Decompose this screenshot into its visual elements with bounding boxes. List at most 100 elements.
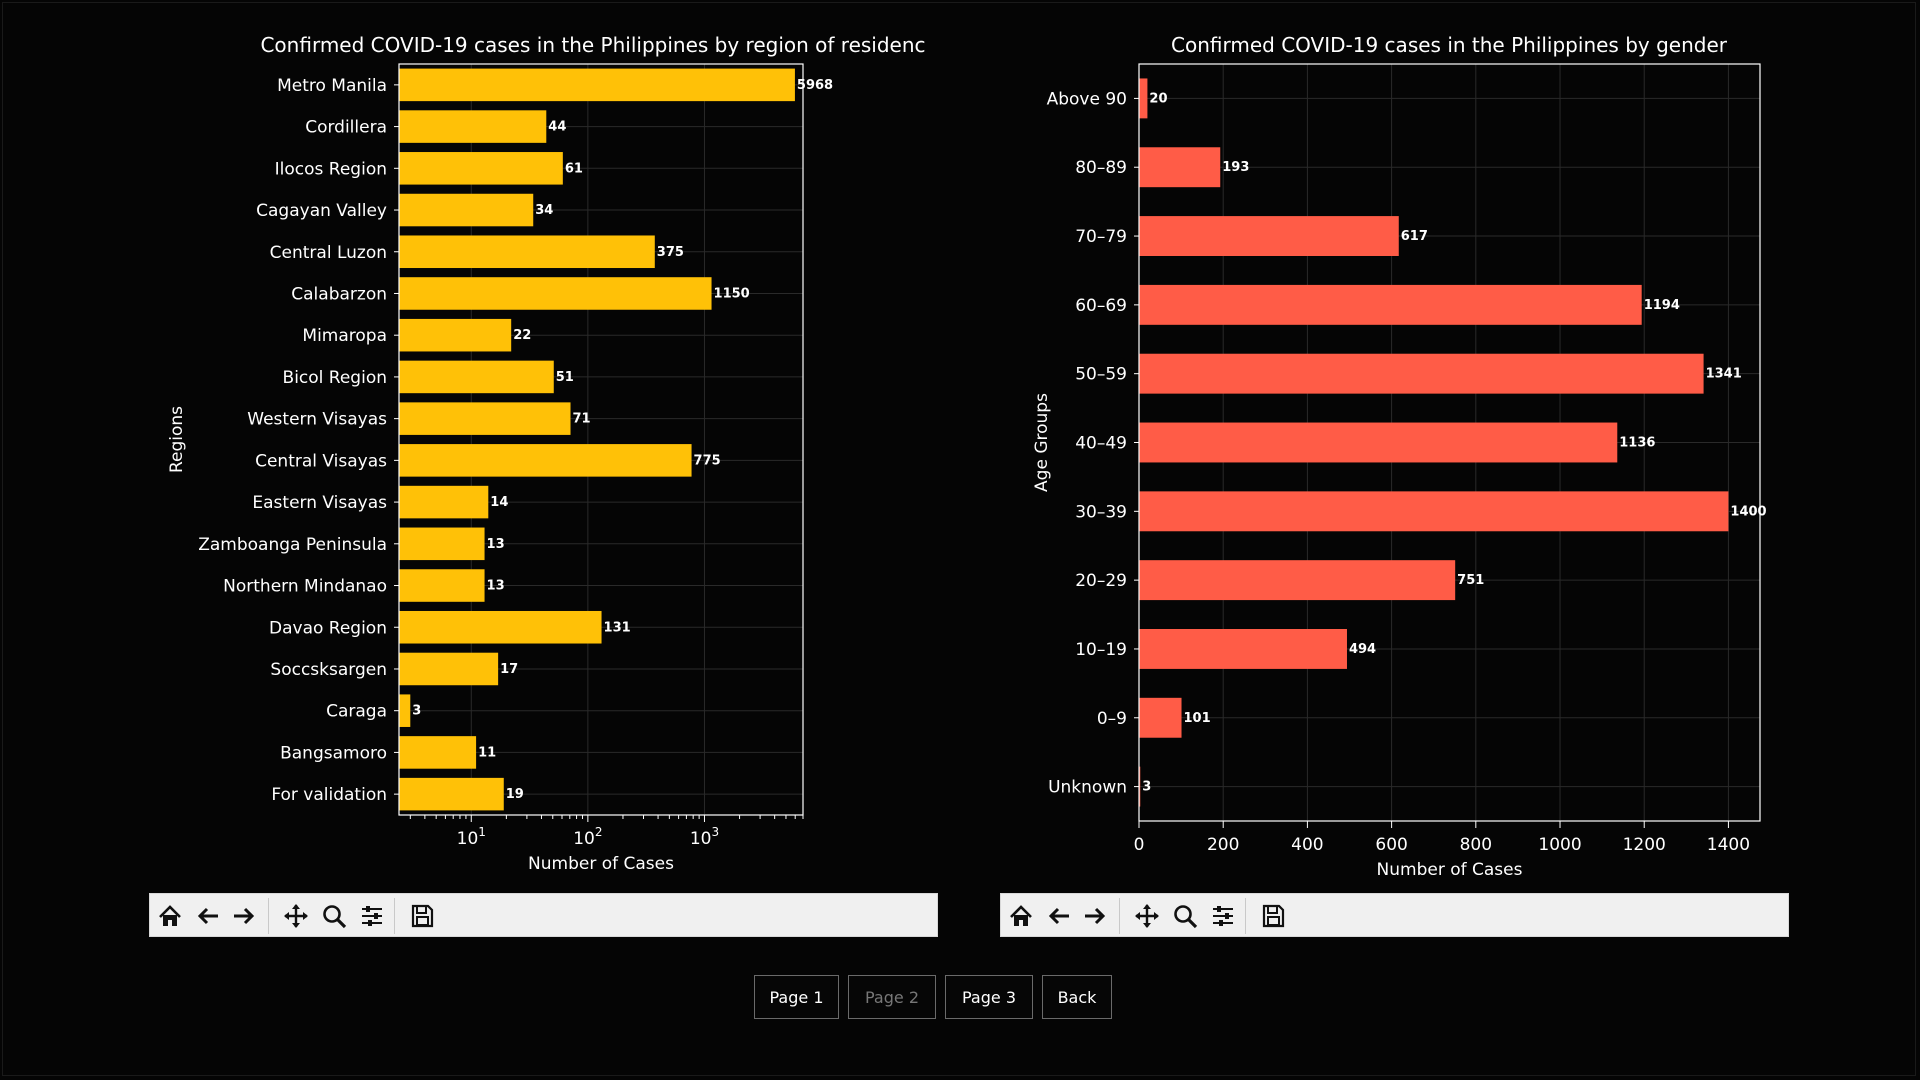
data-label: 13 — [487, 579, 505, 594]
y-tick-label: Soccsksargen — [270, 660, 387, 680]
x-tick-label: 400 — [1291, 835, 1323, 855]
data-label: 22 — [513, 328, 531, 343]
y-tick-label: Above 90 — [1047, 89, 1127, 109]
bar-davao-region — [399, 610, 602, 644]
data-label: 13 — [487, 537, 505, 552]
data-label: 5968 — [797, 78, 833, 93]
data-label: 34 — [535, 203, 553, 218]
y-tick-label: Bangsamoro — [280, 743, 387, 763]
data-label: 17 — [500, 662, 518, 677]
data-label: 71 — [573, 412, 591, 427]
bar-0-9 — [1139, 697, 1182, 738]
x-tick-label: 200 — [1207, 835, 1239, 855]
bar-20-29 — [1139, 560, 1456, 601]
y-tick-label: Cagayan Valley — [256, 201, 387, 221]
bar-bangsamoro — [399, 736, 477, 769]
back-arrow-button[interactable] — [1041, 898, 1077, 934]
chart-title: Confirmed COVID-19 cases in the Philippi… — [1171, 33, 1728, 57]
page-3-button[interactable]: Page 3 — [945, 975, 1033, 1019]
toolbar-separator — [268, 898, 269, 934]
data-label: 617 — [1401, 229, 1428, 244]
pan-button[interactable] — [278, 898, 314, 934]
bar-cordillera — [399, 110, 547, 143]
bar-calabarzon — [399, 277, 712, 310]
bar-50-59 — [1139, 353, 1704, 394]
y-tick-label: 40–49 — [1075, 434, 1127, 454]
data-label: 1194 — [1644, 298, 1680, 313]
chart-title: Confirmed COVID-19 cases in the Philippi… — [260, 33, 925, 57]
y-tick-label: Mimaropa — [302, 326, 387, 346]
back-arrow-icon — [1048, 907, 1069, 925]
data-label: 131 — [604, 620, 631, 635]
x-tick-label: 101 — [457, 825, 486, 849]
pan-icon — [284, 904, 308, 928]
y-tick-label: 80–89 — [1075, 158, 1127, 178]
y-tick-label: For validation — [271, 785, 387, 805]
y-tick-label: 20–29 — [1075, 571, 1127, 591]
page-2-button[interactable]: Page 2 — [848, 975, 936, 1019]
back-arrow-icon — [197, 907, 218, 925]
bar-70-79 — [1139, 216, 1399, 257]
y-tick-label: Central Visayas — [255, 451, 387, 471]
back-arrow-button[interactable] — [190, 898, 226, 934]
x-tick-label: 0 — [1134, 835, 1145, 855]
configure-subplots-button[interactable] — [354, 898, 390, 934]
x-tick-label: 1400 — [1707, 835, 1750, 855]
configure-subplots-icon — [1213, 906, 1233, 926]
bar-bicol-region — [399, 360, 554, 394]
y-tick-label: Unknown — [1048, 778, 1127, 798]
x-tick-label: 800 — [1460, 835, 1492, 855]
bar-40-49 — [1139, 422, 1618, 463]
bar-cagayan-valley — [399, 193, 534, 227]
page-1-button[interactable]: Page 1 — [754, 975, 839, 1019]
data-label: 14 — [490, 495, 508, 510]
save-button[interactable] — [404, 898, 440, 934]
configure-subplots-button[interactable] — [1205, 898, 1241, 934]
data-label: 3 — [412, 704, 421, 719]
bar-80-89 — [1139, 147, 1221, 188]
home-button[interactable] — [1003, 898, 1039, 934]
bar-mimaropa — [399, 318, 512, 352]
y-tick-label: 10–19 — [1075, 640, 1127, 660]
y-axis-label: Age Groups — [1032, 393, 1052, 492]
data-label: 101 — [1184, 711, 1211, 726]
forward-arrow-icon — [1085, 907, 1106, 925]
x-tick-label: 102 — [573, 825, 602, 849]
x-tick-label: 103 — [690, 825, 719, 849]
region-chart: Confirmed COVID-19 cases in the Philippi… — [167, 33, 926, 874]
y-tick-label: Metro Manila — [277, 76, 387, 96]
zoom-icon — [1174, 905, 1198, 929]
zoom-button[interactable] — [1167, 898, 1203, 934]
y-tick-label: 50–59 — [1075, 365, 1127, 385]
save-button[interactable] — [1255, 898, 1291, 934]
zoom-icon — [323, 905, 347, 929]
back-button[interactable]: Back — [1042, 975, 1112, 1019]
home-icon — [1010, 905, 1032, 926]
save-icon — [411, 904, 434, 928]
home-button[interactable] — [152, 898, 188, 934]
configure-subplots-icon — [362, 906, 382, 926]
data-label: 1341 — [1706, 367, 1742, 382]
bar-above-90 — [1139, 78, 1148, 119]
pan-button[interactable] — [1129, 898, 1165, 934]
y-tick-label: Cordillera — [305, 118, 387, 138]
data-label: 19 — [506, 787, 524, 802]
y-tick-label: Central Luzon — [270, 243, 387, 263]
save-icon — [1262, 904, 1285, 928]
data-label: 11 — [478, 745, 496, 760]
forward-arrow-button[interactable] — [1077, 898, 1113, 934]
bar-central-luzon — [399, 235, 655, 269]
pan-icon — [1135, 904, 1159, 928]
left-navigation-toolbar — [149, 893, 938, 937]
bar-northern-mindanao — [399, 569, 485, 602]
forward-arrow-button[interactable] — [226, 898, 262, 934]
y-tick-label: Davao Region — [269, 618, 387, 638]
y-tick-label: Western Visayas — [247, 410, 387, 430]
bar-western-visayas — [399, 402, 571, 435]
y-tick-label: Zamboanga Peninsula — [198, 535, 387, 555]
x-tick-label: 600 — [1375, 835, 1407, 855]
data-label: 3 — [1142, 780, 1151, 795]
bar-60-69 — [1139, 284, 1642, 325]
zoom-button[interactable] — [316, 898, 352, 934]
home-icon — [159, 905, 181, 926]
